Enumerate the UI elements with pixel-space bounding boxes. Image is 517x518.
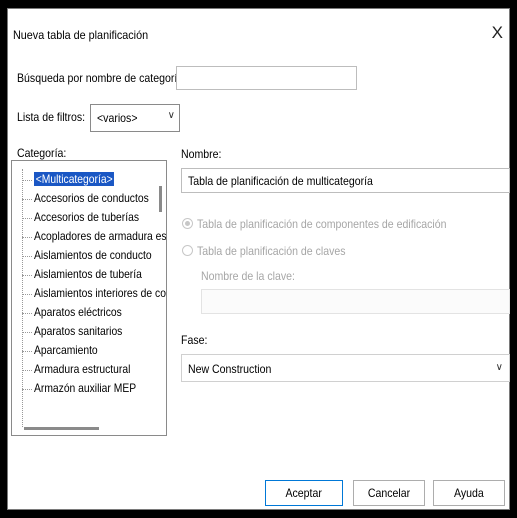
phase-value: New Construction — [188, 362, 272, 376]
close-icon[interactable]: X — [492, 23, 503, 43]
filter-list-value: <varios> — [97, 111, 138, 125]
category-tree[interactable]: <Multicategoría> Accesorios de conductos… — [11, 160, 167, 436]
name-value: Tabla de planificación de multicategoría — [188, 174, 373, 188]
cancel-button[interactable]: Cancelar — [353, 480, 425, 506]
phase-label: Fase: — [181, 333, 208, 347]
cancel-button-label: Cancelar — [367, 486, 411, 500]
building-components-radio[interactable] — [182, 218, 193, 229]
help-button-label: Ayuda — [454, 486, 484, 500]
category-label: Categoría: — [17, 146, 67, 160]
key-name-input[interactable] — [201, 289, 510, 314]
key-name-label: Nombre de la clave: — [201, 269, 295, 283]
title-bar: Nueva tabla de planificación X — [8, 9, 509, 55]
chevron-down-icon: ∨ — [495, 362, 503, 373]
category-search-label: Búsqueda por nombre de categoría: — [17, 71, 187, 85]
key-schedule-label: Tabla de planificación de claves — [197, 244, 346, 258]
building-components-label: Tabla de planificación de componentes de… — [197, 217, 447, 231]
name-label: Nombre: — [181, 147, 222, 161]
category-search-input[interactable] — [176, 66, 357, 90]
tree-vertical-scrollbar[interactable] — [159, 186, 162, 212]
key-schedule-radio[interactable] — [182, 245, 193, 256]
tree-horizontal-scrollbar[interactable] — [24, 427, 99, 430]
accept-button[interactable]: Aceptar — [265, 480, 343, 506]
help-button[interactable]: Ayuda — [433, 480, 505, 506]
name-input[interactable]: Tabla de planificación de multicategoría — [181, 168, 510, 193]
phase-dropdown[interactable]: New Construction ∨ — [181, 354, 510, 382]
filter-list-dropdown[interactable]: <varios> ∨ — [90, 104, 180, 132]
dialog-title: Nueva tabla de planificación — [13, 28, 149, 42]
filter-list-label: Lista de filtros: — [17, 110, 86, 124]
chevron-down-icon: ∨ — [167, 110, 175, 121]
accept-button-label: Aceptar — [285, 486, 323, 500]
